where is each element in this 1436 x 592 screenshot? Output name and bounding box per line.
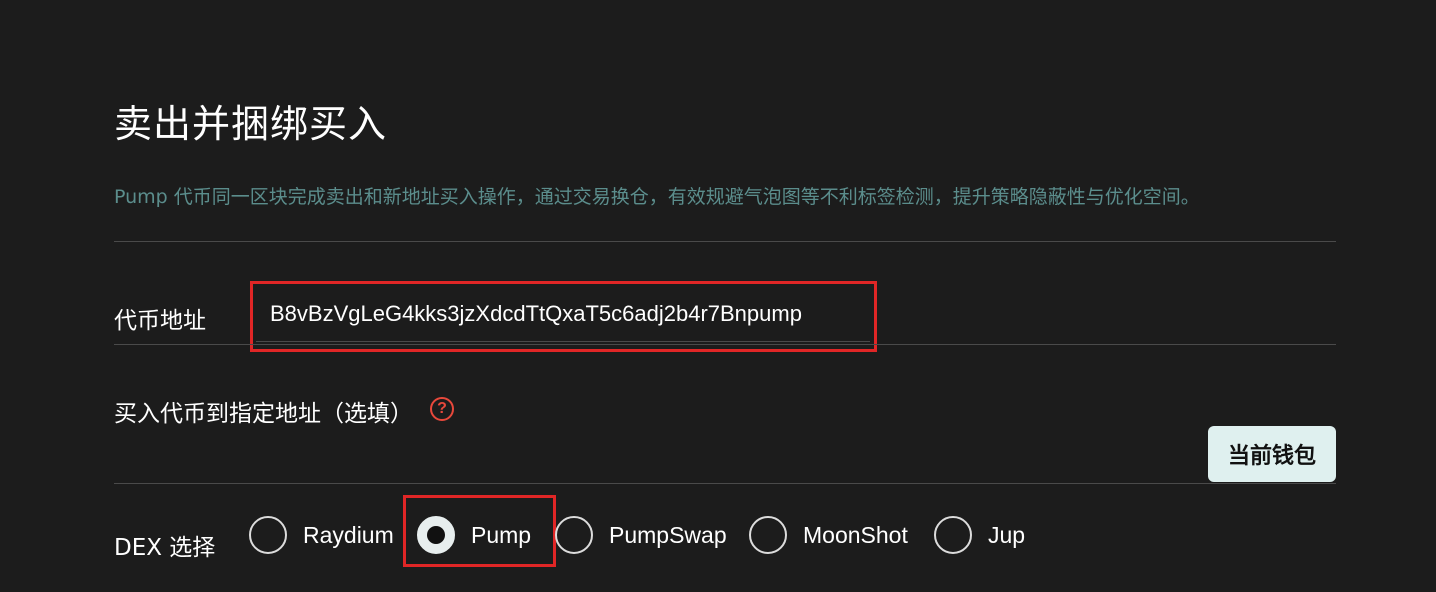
radio-button-selected[interactable] [417,516,455,554]
target-address-input[interactable] [114,440,1208,484]
divider [114,483,1336,484]
radio-button[interactable] [555,516,593,554]
radio-label: MoonShot [803,521,908,548]
page-title: 卖出并捆绑买入 [114,102,388,146]
divider [114,344,1336,345]
radio-button[interactable] [934,516,972,554]
dex-option-pumpswap[interactable]: PumpSwap [555,513,727,557]
dex-option-moonshot[interactable]: MoonShot [749,513,908,557]
page-description: Pump 代币同一区块完成卖出和新地址买入操作，通过交易换仓，有效规避气泡图等不… [114,186,1200,208]
sell-and-bundle-buy-page: 卖出并捆绑买入 Pump 代币同一区块完成卖出和新地址买入操作，通过交易换仓，有… [0,0,1436,592]
radio-label: Jup [988,521,1026,548]
radio-label: Raydium [303,521,394,548]
token-address-label: 代币地址 [114,308,206,334]
dex-option-jup[interactable]: Jup [934,513,1025,557]
dex-option-pump[interactable]: Pump [417,513,531,557]
dex-option-raydium[interactable]: Raydium [249,513,394,557]
radio-button[interactable] [249,516,287,554]
radio-label: Pump [471,521,532,548]
radio-button[interactable] [749,516,787,554]
current-wallet-button[interactable]: 当前钱包 [1208,426,1336,482]
token-address-input[interactable] [256,286,870,342]
radio-label: PumpSwap [609,521,727,548]
help-icon[interactable]: ? [430,397,454,421]
divider [114,241,1336,242]
dex-label: DEX 选择 [114,535,216,561]
target-address-label: 买入代币到指定地址（选填） [114,401,413,427]
